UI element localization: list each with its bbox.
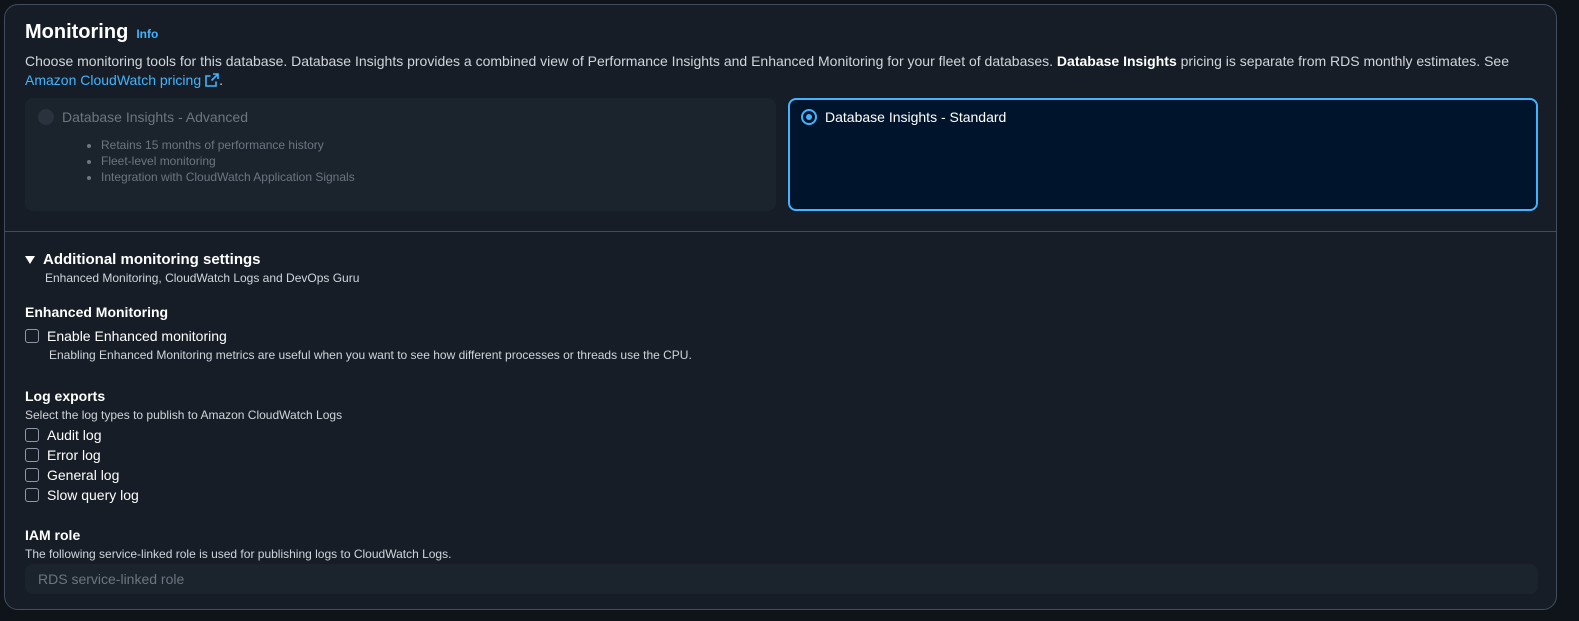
monitoring-header: Monitoring Info Choose monitoring tools …: [25, 21, 1536, 92]
audit-log-checkbox[interactable]: [25, 428, 39, 442]
log-option-slow-query[interactable]: Slow query log: [25, 485, 1536, 505]
enhanced-monitoring-option[interactable]: Enable Enhanced monitoring: [25, 326, 1536, 346]
additional-settings-title: Additional monitoring settings: [43, 251, 261, 268]
cloudwatch-pricing-link[interactable]: Amazon CloudWatch pricing: [25, 72, 219, 88]
tile-advanced: Database Insights - Advanced Retains 15 …: [25, 98, 776, 211]
iam-role-label: IAM role: [25, 527, 81, 543]
general-log-label: General log: [47, 467, 120, 483]
log-exports-label: Log exports: [25, 388, 106, 404]
section-title: Monitoring: [25, 21, 129, 43]
slow-query-log-label: Slow query log: [47, 487, 139, 503]
iam-role-group: IAM role The following service-linked ro…: [25, 527, 1538, 594]
enhanced-monitoring-checkbox[interactable]: [25, 329, 39, 343]
general-log-checkbox[interactable]: [25, 468, 39, 482]
desc-text-1: Choose monitoring tools for this databas…: [25, 53, 1057, 69]
advanced-features-list: Retains 15 months of performance history…: [84, 137, 355, 185]
enhanced-monitoring-help: Enabling Enhanced Monitoring metrics are…: [49, 348, 692, 362]
tile-standard[interactable]: Database Insights - Standard: [788, 98, 1538, 211]
iam-role-field: RDS service-linked role: [25, 564, 1538, 594]
divider: [5, 231, 1556, 232]
desc-bold: Database Insights: [1056, 53, 1177, 69]
section-description: Choose monitoring tools for this databas…: [25, 52, 1536, 92]
pricing-link-label: Amazon CloudWatch pricing: [25, 72, 202, 88]
radio-standard[interactable]: [801, 109, 817, 125]
error-log-checkbox[interactable]: [25, 448, 39, 462]
caret-down-icon: [25, 255, 35, 264]
additional-settings: Additional monitoring settings Enhanced …: [25, 251, 1538, 594]
log-exports-desc: Select the log types to publish to Amazo…: [25, 408, 343, 422]
log-option-error[interactable]: Error log: [25, 445, 1536, 465]
external-link-icon: [205, 73, 219, 92]
list-item: Retains 15 months of performance history: [101, 137, 355, 153]
error-log-label: Error log: [47, 447, 101, 463]
tile-advanced-label: Database Insights - Advanced: [62, 109, 249, 125]
insights-tiles: Database Insights - Advanced Retains 15 …: [25, 98, 1538, 211]
monitoring-panel: Monitoring Info Choose monitoring tools …: [4, 4, 1557, 610]
list-item: Integration with CloudWatch Application …: [101, 169, 355, 185]
iam-role-desc: The following service-linked role is use…: [25, 547, 452, 561]
enhanced-monitoring-checkbox-label: Enable Enhanced monitoring: [47, 328, 227, 344]
enhanced-monitoring-label: Enhanced Monitoring: [25, 304, 169, 320]
desc-text-2: pricing is separate from RDS monthly est…: [1176, 53, 1509, 69]
audit-log-label: Audit log: [47, 427, 102, 443]
list-item: Fleet-level monitoring: [101, 153, 355, 169]
additional-settings-toggle[interactable]: Additional monitoring settings: [25, 251, 1536, 268]
log-option-audit[interactable]: Audit log: [25, 425, 1536, 445]
log-option-general[interactable]: General log: [25, 465, 1536, 485]
info-link[interactable]: Info: [136, 27, 158, 41]
radio-advanced: [38, 109, 54, 125]
additional-settings-subtitle: Enhanced Monitoring, CloudWatch Logs and…: [45, 271, 360, 285]
log-exports-group: Log exports Select the log types to publ…: [25, 388, 1536, 505]
tile-standard-label: Database Insights - Standard: [825, 109, 1007, 125]
slow-query-log-checkbox[interactable]: [25, 488, 39, 502]
enhanced-monitoring-group: Enhanced Monitoring Enable Enhanced moni…: [25, 304, 1536, 362]
desc-end: .: [219, 72, 224, 88]
